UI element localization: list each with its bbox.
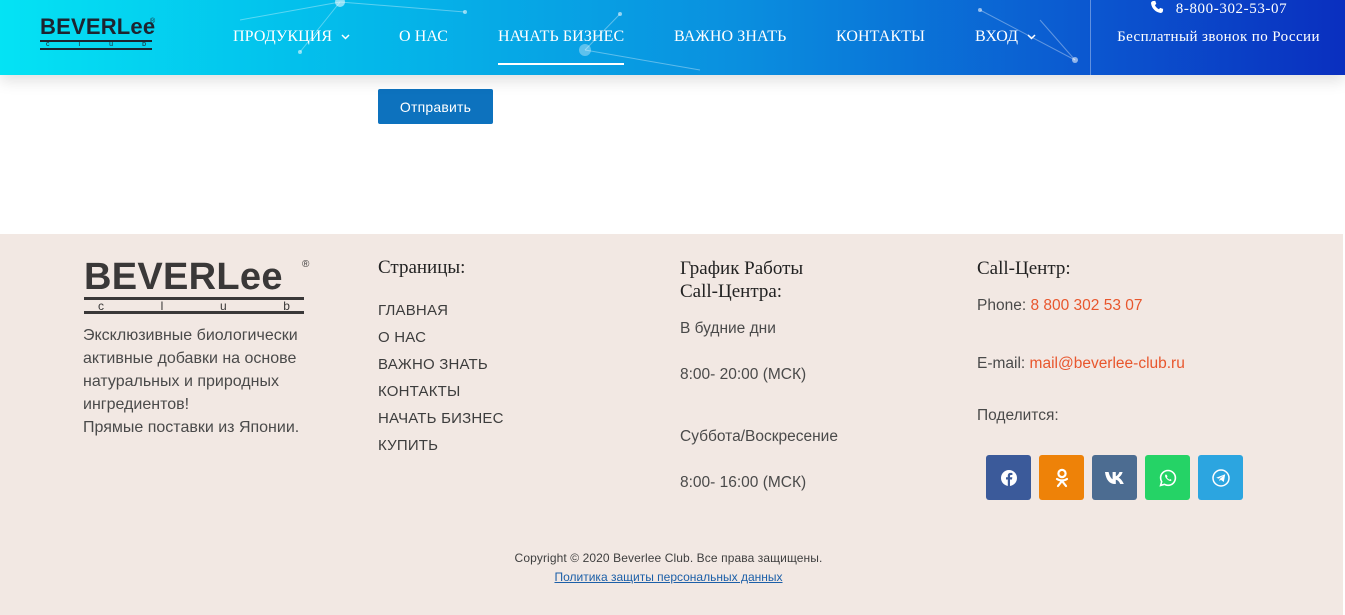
facebook-icon — [1000, 469, 1017, 486]
header-phone-box: 8-800-302-53-07 Бесплатный звонок по Рос… — [1090, 0, 1345, 75]
nav-item-login[interactable]: ВХОД — [975, 26, 1036, 48]
footer-logo[interactable]: BEVERLee ® c l u b — [84, 256, 316, 321]
site-footer: BEVERLee ® c l u b Эксклюзивные биологич… — [0, 234, 1343, 615]
footer-phone-link[interactable]: 8 800 302 53 07 — [1030, 297, 1142, 314]
pages-heading: Страницы: — [378, 257, 466, 278]
chevron-down-icon — [1027, 34, 1036, 40]
footer-link-about[interactable]: О НАС — [378, 329, 426, 346]
weekdays-hours: 8:00- 20:00 (МСК) — [680, 366, 807, 383]
header-logo[interactable]: BEVERLee ® c l u b — [40, 16, 156, 56]
share-whatsapp-button[interactable] — [1145, 455, 1190, 500]
footer-link-buy[interactable]: КУПИТЬ — [378, 437, 438, 454]
callcenter-heading: Call-Центр: — [977, 258, 1071, 279]
logo-club-line: c l u b — [40, 40, 152, 50]
share-label: Поделится: — [977, 407, 1059, 424]
logo-wordmark: BEVERLee — [84, 256, 283, 298]
schedule-heading-line: График Работы — [680, 258, 804, 279]
telegram-icon — [1211, 468, 1230, 487]
description-text-2: Прямые поставки из Японии. — [83, 419, 300, 436]
logo-letter: b — [283, 298, 290, 313]
logo-letter: c — [98, 298, 104, 313]
share-odnoklassniki-button[interactable] — [1039, 455, 1084, 500]
whatsapp-icon — [1158, 469, 1176, 487]
phone-icon — [1150, 0, 1163, 13]
nav-item-start-business[interactable]: НАЧАТЬ БИЗНЕС — [498, 26, 625, 65]
vk-icon — [1104, 471, 1124, 484]
logo-letter: c — [46, 41, 50, 48]
logo-club-line: c l u b — [84, 297, 304, 314]
nav-item-contacts[interactable]: КОНТАКТЫ — [836, 26, 925, 48]
nav-item-about[interactable]: О НАС — [399, 26, 448, 48]
header-phone[interactable]: 8-800-302-53-07 — [1091, 0, 1345, 20]
email-label: E-mail: — [977, 355, 1030, 372]
logo-letter: b — [142, 41, 146, 48]
footer-email-row: E-mail: mail@beverlee-club.ru — [977, 355, 1185, 373]
share-facebook-button[interactable] — [986, 455, 1031, 500]
footer-link-important[interactable]: ВАЖНО ЗНАТЬ — [378, 356, 488, 373]
schedule-heading: График Работы Call-Центра: — [680, 257, 803, 303]
submit-button[interactable]: Отправить — [378, 89, 493, 124]
phone-number: 8-800-302-53-07 — [1175, 1, 1288, 17]
logo-letter: l — [78, 41, 81, 48]
phone-caption: Бесплатный звонок по России — [1117, 29, 1320, 45]
weekend-hours: 8:00- 16:00 (МСК) — [680, 474, 807, 491]
weekend-label: Суббота/Воскресение — [680, 428, 838, 445]
odnoklassniki-icon — [1055, 468, 1068, 487]
nav-label: ПРОДУКЦИЯ — [233, 28, 333, 45]
footer-link-business[interactable]: НАЧАТЬ БИЗНЕС — [378, 410, 504, 427]
share-telegram-button[interactable] — [1198, 455, 1243, 500]
weekdays-label: В будние дни — [680, 320, 776, 337]
logo-letter: l — [160, 298, 164, 313]
footer-description: Эксклюзивные биологически активные добав… — [83, 324, 323, 439]
nav-item-products[interactable]: ПРОДУКЦИЯ — [233, 26, 350, 48]
schedule-heading-line: Call-Центра: — [680, 281, 783, 302]
logo-wordmark: BEVERLee — [40, 14, 156, 39]
nav-item-important[interactable]: ВАЖНО ЗНАТЬ — [674, 26, 786, 48]
nav-label: ВХОД — [975, 28, 1019, 45]
nav-label: КОНТАКТЫ — [836, 28, 926, 45]
description-text: Эксклюзивные биологически активные добав… — [83, 327, 298, 413]
nav-label: НАЧАТЬ БИЗНЕС — [498, 28, 625, 45]
footer-link-home[interactable]: ГЛАВНАЯ — [378, 302, 448, 319]
share-vk-button[interactable] — [1092, 455, 1137, 500]
footer-phone-row: Phone: 8 800 302 53 07 — [977, 297, 1143, 315]
phone-label: Phone: — [977, 297, 1031, 314]
footer-email-link[interactable]: mail@beverlee-club.ru — [1030, 355, 1185, 372]
privacy-policy-link[interactable]: Политика защиты персональных данных — [0, 570, 1337, 584]
chevron-down-icon — [341, 34, 350, 40]
site-header: BEVERLee ® c l u b ПРОДУКЦИЯ О НАС НАЧАТ… — [0, 0, 1345, 75]
registered-mark: ® — [150, 18, 156, 25]
footer-link-contacts[interactable]: КОНТАКТЫ — [378, 383, 461, 400]
logo-letter: u — [109, 41, 114, 48]
registered-mark: ® — [302, 259, 310, 270]
logo-letter: u — [219, 298, 227, 313]
copyright-text: Copyright © 2020 Beverlee Club. Все прав… — [514, 551, 823, 565]
nav-label: ВАЖНО ЗНАТЬ — [674, 28, 787, 45]
nav-label: О НАС — [399, 28, 449, 45]
